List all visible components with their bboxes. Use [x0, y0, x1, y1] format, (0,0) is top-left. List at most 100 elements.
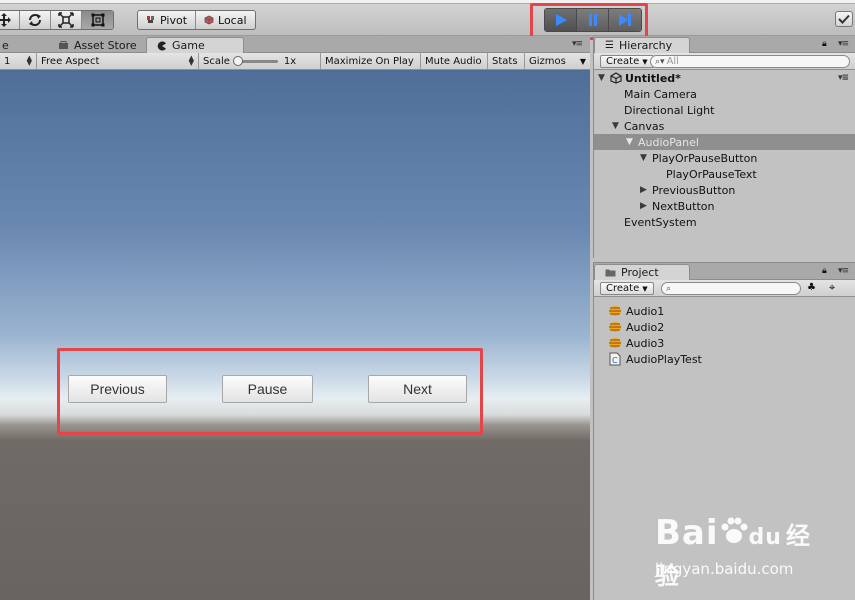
local-button[interactable]: Local — [196, 11, 255, 29]
updown-icon: ▲ ▼ — [188, 54, 194, 67]
asset-label: Audio1 — [626, 304, 665, 318]
expand-arrow-icon[interactable]: ▼ — [598, 73, 610, 83]
list-icon: ☰ — [605, 40, 614, 51]
search-icon: ⌕▾ — [655, 56, 665, 67]
tab-hierarchy[interactable]: ☰ Hierarchy — [594, 37, 690, 53]
hierarchy-item-main-camera[interactable]: Main Camera — [594, 86, 855, 102]
collapse-arrow-icon[interactable]: ▶ — [640, 185, 652, 195]
asset-label: Audio2 — [626, 320, 665, 334]
project-tab-bar: Project 🔒︎ ▾≡ — [594, 263, 855, 280]
hierarchy-search-input[interactable]: ⌕▾ All — [650, 55, 850, 68]
project-search-input[interactable]: ⌕ — [661, 282, 801, 295]
hierarchy-item-nextbutton[interactable]: ▶ NextButton — [594, 198, 855, 214]
hierarchy-create-button[interactable]: Create ▼ — [600, 55, 654, 68]
expand-arrow-icon[interactable]: ▼ — [612, 121, 624, 131]
stats-toggle[interactable]: Stats — [488, 53, 525, 69]
hierarchy-item-previousbutton[interactable]: ▶ PreviousButton — [594, 182, 855, 198]
rotate-icon — [29, 14, 41, 26]
lock-icon[interactable]: 🔒︎ — [822, 266, 827, 276]
filter-by-label-icon[interactable]: ⌖ — [829, 281, 835, 295]
hierarchy-item-playorpausebutton[interactable]: ▼ PlayOrPauseButton — [594, 150, 855, 166]
maximize-on-play-toggle[interactable]: Maximize On Play — [321, 53, 421, 69]
aspect-select[interactable]: Free Aspect ▲ ▼ — [37, 53, 199, 69]
tab-asset-store-label: Asset Store — [74, 38, 137, 52]
audio-clip-icon — [609, 306, 621, 316]
expand-arrow-icon[interactable]: ▼ — [640, 153, 652, 163]
hierarchy-tab-label: Hierarchy — [618, 39, 673, 52]
pivot-icon — [147, 16, 154, 23]
search-placeholder: All — [666, 56, 679, 67]
item-label: NextButton — [652, 199, 715, 213]
checkmark-icon — [838, 14, 850, 24]
aspect-value: Free Aspect — [41, 55, 100, 67]
hierarchy-item-playorpausetext[interactable]: PlayOrPauseText — [594, 166, 855, 182]
move-icon — [0, 13, 11, 27]
search-icon: ⌕ — [666, 283, 672, 294]
asset-label: Audio3 — [626, 336, 665, 350]
asset-audio1[interactable]: Audio1 — [608, 303, 664, 319]
tab-game-label: Game — [172, 39, 205, 52]
pivot-button[interactable]: Pivot — [138, 11, 197, 29]
tab-game[interactable]: Game — [146, 37, 244, 53]
scene-row[interactable]: ▼ Untitled* ▾≡ — [594, 70, 855, 86]
panel-menu-icon[interactable]: ▾≡ — [572, 39, 583, 49]
item-label: PreviousButton — [652, 183, 736, 197]
project-panel: Project 🔒︎ ▾≡ Create ▼ ⌕ ♣ ⌖ Audio1 Audi… — [593, 262, 855, 600]
asset-label: AudioPlayTest — [626, 352, 702, 366]
pivot-label: Pivot — [160, 13, 188, 27]
pivot-toggle-group: Pivot Local — [137, 10, 256, 30]
game-tab-bar: e Asset Store Game ▾≡ — [0, 36, 590, 53]
tab-scene[interactable]: e — [0, 37, 19, 53]
item-label: Canvas — [624, 119, 665, 133]
folder-icon — [605, 269, 616, 277]
csharp-script-icon: C — [609, 352, 621, 366]
maximize-label: Maximize On Play — [325, 55, 414, 67]
audio-clip-icon — [609, 338, 621, 348]
menu-strip — [0, 0, 855, 4]
dropdown-arrow-icon: ▼ — [642, 57, 648, 66]
scale-slider[interactable] — [232, 55, 278, 66]
hierarchy-item-audiopanel[interactable]: ▼ AudioPanel — [594, 134, 855, 150]
scale-value: 1x — [283, 55, 297, 67]
panel-menu-icon[interactable]: ▾≡ — [838, 39, 849, 49]
tab-project[interactable]: Project — [594, 264, 690, 280]
hierarchy-item-eventsystem[interactable]: EventSystem — [594, 214, 855, 230]
collapse-arrow-icon[interactable]: ▶ — [640, 201, 652, 211]
panel-menu-icon[interactable]: ▾≡ — [838, 266, 849, 276]
hierarchy-item-canvas[interactable]: ▼ Canvas — [594, 118, 855, 134]
scene-menu-icon[interactable]: ▾≡ — [838, 73, 849, 83]
scale-tool-button[interactable] — [51, 11, 82, 29]
project-create-button[interactable]: Create ▼ — [600, 282, 654, 295]
tab-asset-store[interactable]: Asset Store — [48, 37, 147, 53]
project-toolbar: Create ▼ ⌕ ♣ ⌖ — [594, 280, 855, 297]
move-tool-button[interactable] — [0, 11, 20, 29]
scale-slider-thumb[interactable] — [232, 55, 243, 66]
lock-icon[interactable]: 🔒︎ — [822, 39, 827, 49]
gizmos-dropdown[interactable]: Gizmos ▼ — [525, 53, 590, 69]
tab-scene-label: e — [2, 38, 9, 52]
filter-by-type-icon[interactable]: ♣ — [807, 282, 816, 293]
asset-audioplaytest[interactable]: C AudioPlayTest — [608, 351, 702, 367]
collab-button[interactable] — [835, 11, 853, 27]
game-viewport[interactable]: Previous Pause Next — [0, 70, 590, 600]
scale-icon — [58, 12, 74, 28]
unity-scene-icon — [610, 72, 622, 84]
item-label: Main Camera — [624, 87, 697, 101]
scene-name: Untitled* — [625, 71, 681, 85]
rotate-tool-button[interactable] — [20, 11, 51, 29]
display-select[interactable]: 1 ▲ ▼ — [0, 53, 37, 69]
hierarchy-panel: ☰ Hierarchy 🔒︎ ▾≡ Create ▼ ⌕▾ All ▼ Unti… — [593, 36, 855, 258]
asset-audio2[interactable]: Audio2 — [608, 319, 664, 335]
buttons-highlight — [57, 348, 483, 435]
local-cube-icon — [204, 15, 214, 25]
expand-arrow-icon[interactable]: ▼ — [626, 137, 638, 147]
mute-label: Mute Audio — [425, 55, 482, 67]
gizmos-label: Gizmos — [529, 55, 566, 67]
hierarchy-item-directional-light[interactable]: Directional Light — [594, 102, 855, 118]
asset-audio3[interactable]: Audio3 — [608, 335, 664, 351]
mute-audio-toggle[interactable]: Mute Audio — [421, 53, 488, 69]
rect-tool-button[interactable] — [82, 11, 113, 29]
scale-control: Scale 1x — [199, 53, 321, 69]
hierarchy-tab-bar: ☰ Hierarchy 🔒︎ ▾≡ — [594, 36, 855, 53]
main-toolbar: Pivot Local — [0, 0, 855, 40]
